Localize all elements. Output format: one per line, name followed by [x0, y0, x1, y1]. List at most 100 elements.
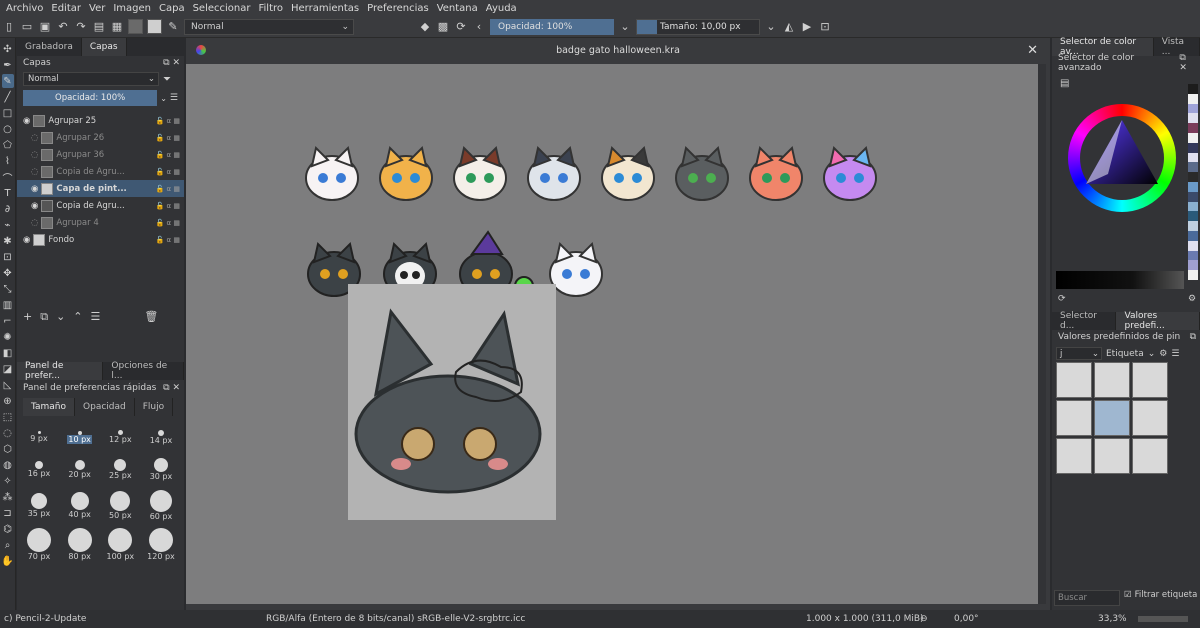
- eye-icon[interactable]: ◉: [23, 184, 38, 194]
- add-layer-icon[interactable]: +: [23, 310, 32, 324]
- size-option[interactable]: 16 px: [25, 460, 53, 478]
- multibrush-icon[interactable]: ✱: [2, 234, 14, 248]
- bezier-icon[interactable]: ⌒: [2, 170, 14, 185]
- filter-tag-checkbox[interactable]: ☑ Filtrar etiqueta: [1124, 590, 1197, 600]
- move-icon[interactable]: ✥: [2, 266, 14, 280]
- menu-lines-icon[interactable]: ☰: [170, 93, 178, 103]
- hidden-eye-icon[interactable]: ◌: [23, 167, 38, 177]
- menu-capa[interactable]: Capa: [159, 3, 185, 14]
- float-close-icons[interactable]: ⧉ ✕: [1179, 53, 1196, 73]
- layer-row[interactable]: ◌ Agrupar 26 🔓 α ▦: [17, 129, 184, 146]
- menu-ayuda[interactable]: Ayuda: [486, 3, 517, 14]
- gradient-icon[interactable]: ▤: [92, 20, 106, 34]
- chevron-down-icon[interactable]: ⌄: [764, 20, 778, 34]
- undo-icon[interactable]: ↶: [56, 20, 70, 34]
- size-slider[interactable]: Tamaño: 10,00 px: [636, 18, 760, 35]
- pan-icon[interactable]: ✋: [1, 554, 13, 568]
- vertical-scrollbar[interactable]: [1038, 64, 1046, 604]
- tab-opacidad[interactable]: Opacidad: [75, 398, 135, 416]
- layer-row[interactable]: ◉ Agrupar 25 🔓 α ▦: [17, 112, 184, 129]
- brush-preset[interactable]: [1056, 438, 1092, 474]
- tab-capas[interactable]: Capas: [81, 38, 127, 56]
- tab-quick-panel[interactable]: Panel de prefer...: [17, 361, 104, 381]
- mirror-vertical-icon[interactable]: ▶: [800, 20, 814, 34]
- layer-opacity-slider[interactable]: Opacidad: 100%: [23, 90, 158, 106]
- calligraphy-icon[interactable]: ✒: [2, 58, 14, 72]
- layer-row-selected[interactable]: ◉ Capa de pint... 🔓 α ▦: [17, 180, 184, 197]
- size-option[interactable]: 35 px: [25, 492, 53, 518]
- size-option[interactable]: 25 px: [106, 458, 134, 480]
- canvas[interactable]: [186, 64, 1046, 604]
- size-option[interactable]: 12 px: [106, 430, 134, 444]
- blend-mode-select[interactable]: Normal ⌄: [184, 18, 354, 35]
- menu-ventana[interactable]: Ventana: [437, 3, 478, 14]
- tag-select[interactable]: j ⌄: [1056, 347, 1102, 360]
- size-option[interactable]: 70 px: [25, 527, 53, 561]
- ellipse-icon[interactable]: ○: [2, 122, 14, 136]
- rotation-icon[interactable]: ⊖: [920, 614, 928, 624]
- eye-icon[interactable]: ◉: [23, 201, 38, 211]
- hidden-eye-icon[interactable]: ◌: [23, 218, 38, 228]
- layer-row[interactable]: ◌ Agrupar 4 🔓 α ▦: [17, 214, 184, 231]
- open-folder-icon[interactable]: ▭: [20, 20, 34, 34]
- move-up-icon[interactable]: ⌃: [73, 310, 82, 324]
- layer-flags[interactable]: 🔓 α ▦: [156, 151, 180, 159]
- brush-preset[interactable]: [1094, 438, 1130, 474]
- menu-imagen[interactable]: Imagen: [113, 3, 151, 14]
- preset-search-input[interactable]: Buscar: [1054, 590, 1120, 606]
- gradient-tool-icon[interactable]: ▥: [2, 298, 14, 312]
- layer-row[interactable]: ◉ Copia de Agru... 🔓 α ▦: [17, 197, 184, 214]
- chevron-down-icon[interactable]: ⌄: [160, 94, 167, 103]
- redo-icon[interactable]: ↷: [74, 20, 88, 34]
- float-close-icons[interactable]: ⧉: [1190, 332, 1196, 342]
- eye-icon[interactable]: ◉: [23, 235, 30, 245]
- delete-layer-icon[interactable]: 🗑: [144, 310, 158, 324]
- size-option[interactable]: 14 px: [147, 429, 175, 445]
- freehand-brush-icon[interactable]: ✎: [1, 74, 14, 88]
- saturation-triangle[interactable]: [1068, 104, 1176, 212]
- tab-flujo[interactable]: Flujo: [135, 398, 174, 416]
- filter-icon[interactable]: ⏷: [163, 74, 171, 85]
- menu-editar[interactable]: Editar: [51, 3, 81, 14]
- size-option[interactable]: 50 px: [106, 490, 134, 520]
- transform-tool-icon[interactable]: ⤡: [2, 282, 14, 296]
- smart-patch-icon[interactable]: ✺: [2, 330, 14, 344]
- brush-preset[interactable]: [1132, 400, 1168, 436]
- menu-preferencias[interactable]: Preferencias: [367, 3, 429, 14]
- hidden-eye-icon[interactable]: ◌: [23, 150, 38, 160]
- ellipse-select-icon[interactable]: ◌: [2, 426, 14, 440]
- settings-icon[interactable]: ⚙: [1188, 294, 1196, 304]
- layer-flags[interactable]: 🔓 α ▦: [156, 168, 180, 176]
- line-icon[interactable]: ╱: [2, 90, 14, 104]
- crop-tool-icon[interactable]: ⊡: [2, 250, 14, 264]
- color-picker-icon[interactable]: ⌐: [2, 314, 14, 328]
- magnetic-select-icon[interactable]: ⌬: [2, 522, 14, 536]
- brush-preset[interactable]: [1056, 362, 1092, 398]
- size-option[interactable]: 100 px: [106, 527, 134, 561]
- tab-tamano[interactable]: Tamaño: [23, 398, 76, 416]
- eraser-icon[interactable]: ◆: [418, 20, 432, 34]
- size-option-selected[interactable]: 10 px: [66, 430, 94, 444]
- palette-menu-icon[interactable]: ▤: [1060, 78, 1069, 89]
- similar-select-icon[interactable]: ⁂: [2, 490, 14, 504]
- settings-icon[interactable]: ⚙: [1159, 349, 1167, 359]
- reference-icon[interactable]: ⊕: [2, 394, 14, 408]
- tab-grabadora[interactable]: Grabadora: [17, 38, 82, 56]
- move-down-icon[interactable]: ⌄: [56, 310, 65, 324]
- rect-select-icon[interactable]: ⬚: [2, 410, 14, 424]
- chevron-down-icon[interactable]: ⌄: [1148, 349, 1156, 359]
- layer-row[interactable]: ◌ Copia de Agru... 🔓 α ▦: [17, 163, 184, 180]
- size-option[interactable]: 9 px: [25, 431, 53, 443]
- menu-seleccionar[interactable]: Seleccionar: [193, 3, 251, 14]
- menu-filtro[interactable]: Filtro: [258, 3, 283, 14]
- save-icon[interactable]: ▣: [38, 20, 52, 34]
- text-icon[interactable]: T: [2, 186, 14, 200]
- foreground-color-swatch[interactable]: [128, 19, 143, 34]
- layer-flags[interactable]: 🔓 α ▦: [156, 134, 180, 142]
- size-option[interactable]: 60 px: [147, 489, 175, 521]
- brush-preset[interactable]: [1132, 362, 1168, 398]
- chevron-down-icon[interactable]: ⌄: [618, 20, 632, 34]
- polygon-icon[interactable]: ⬠: [2, 138, 14, 152]
- background-color-swatch[interactable]: [147, 19, 162, 34]
- close-icon[interactable]: ✕: [1027, 43, 1038, 58]
